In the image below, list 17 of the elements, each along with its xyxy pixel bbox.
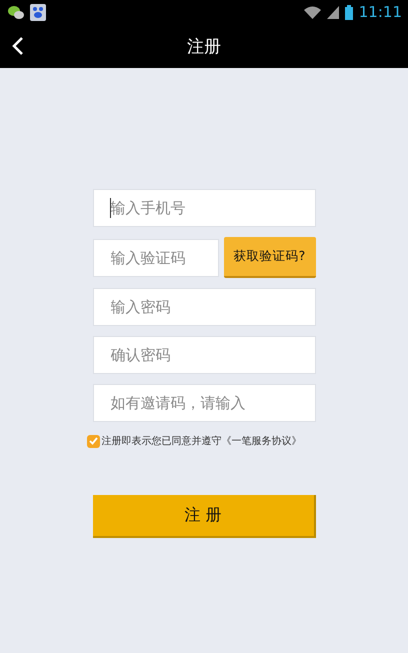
agreement-text: 注册即表示您已同意并遵守《一笔服务协议》 — [102, 434, 302, 448]
input-field[interactable]: 如有邀请码，请输入 — [92, 384, 316, 422]
input-field[interactable]: 输入密码 — [92, 288, 316, 326]
signal-icon — [326, 6, 339, 18]
wifi-icon — [304, 6, 321, 18]
clock-time: 11:11 — [358, 3, 402, 21]
input-field[interactable]: 确认密码 — [92, 336, 316, 374]
register-button[interactable]: 注 册 — [92, 495, 316, 538]
page-title: 注册 — [187, 36, 221, 58]
get-code-button[interactable]: 获取验证码? — [224, 237, 316, 278]
chat-app-icon — [8, 6, 24, 18]
paw-app-icon — [30, 4, 46, 20]
agree-checkbox[interactable] — [86, 434, 100, 448]
input-field[interactable]: 输入验证码 — [92, 238, 218, 276]
back-icon[interactable] — [12, 37, 24, 55]
input-field[interactable]: 输入手机号 — [92, 189, 316, 227]
battery-icon — [344, 4, 353, 20]
